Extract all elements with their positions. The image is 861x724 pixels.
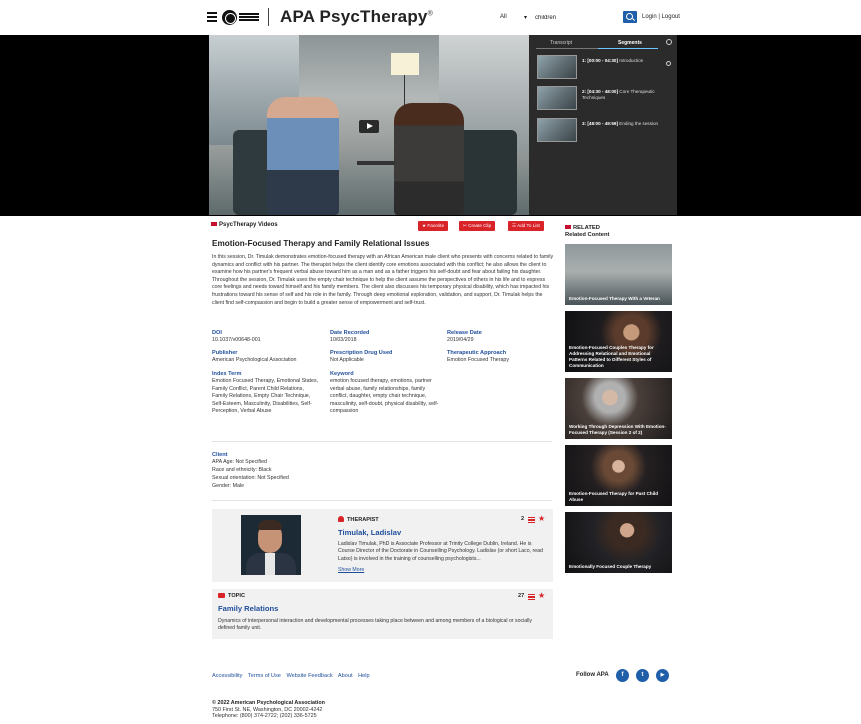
keyword-value[interactable]: emotion focused therapy, emotions, partn… — [330, 378, 442, 416]
play-button[interactable] — [359, 120, 379, 133]
related-heading: RELATED Related Content — [565, 225, 610, 238]
page-title: Emotion-Focused Therapy and Family Relat… — [212, 239, 430, 248]
star-icon[interactable]: ★ — [538, 515, 545, 523]
therapist-count: 2 — [521, 516, 525, 522]
divider — [212, 441, 552, 442]
brand-title[interactable]: APA PsycTherapy® — [280, 7, 433, 27]
keyword-label: Keyword — [330, 371, 354, 377]
segment-thumbnail — [537, 86, 577, 110]
drug-label: Prescription Drug Used — [330, 350, 393, 356]
create-clip-button[interactable]: ✂ Create Clip — [459, 221, 496, 231]
site-header: APA PsycTherapy® All▾ Login | Logout — [0, 0, 861, 36]
related-item[interactable]: Emotion-Focused Therapy With a Veteran — [565, 244, 672, 305]
approach-value: Emotion Focused Therapy — [447, 357, 510, 363]
tab-segments[interactable]: Segments — [618, 40, 642, 46]
video-camera-icon — [211, 222, 217, 227]
section-label: PsycTherapy Videos — [211, 222, 278, 228]
search-button[interactable] — [623, 11, 637, 23]
doi-value: 10.1037/v00648-001 — [212, 337, 261, 343]
related-item[interactable]: Working Through Depression With Emotion-… — [565, 378, 672, 439]
index-term-label: Index Term — [212, 371, 242, 377]
related-item[interactable]: Emotionally Focused Couple Therapy — [565, 512, 672, 573]
segment-item[interactable]: 1: [00:00 - 04:30] Introduction — [537, 55, 667, 79]
footer-link-accessibility[interactable]: Accessibility — [212, 673, 242, 679]
list-icon[interactable] — [528, 517, 535, 523]
chevron-down-icon: ▾ — [523, 15, 527, 21]
drug-value: Not Applicable — [330, 357, 364, 363]
therapist-label: THERAPIST — [338, 516, 379, 523]
login-logout-links[interactable]: Login | Logout — [642, 14, 680, 20]
client-orientation: Sexual orientation: Not Specified — [212, 475, 289, 481]
topic-name[interactable]: Family Relations — [218, 604, 278, 613]
apa-logo[interactable] — [222, 8, 262, 26]
show-more-link[interactable]: Show More — [338, 567, 364, 574]
follow-apa-label: Follow APA — [576, 672, 609, 678]
client-race: Race and ethnicity: Black — [212, 467, 272, 473]
footer-links: Accessibility Terms of Use Website Feedb… — [212, 673, 374, 679]
divider — [212, 500, 552, 501]
topic-label: TOPIC — [218, 593, 245, 599]
panel-tabs: Transcript Segments — [536, 40, 658, 50]
client-gender: Gender: Male — [212, 483, 245, 489]
menu-icon[interactable] — [207, 12, 217, 22]
footer-link-help[interactable]: Help — [358, 673, 370, 679]
apa-globe-icon — [222, 9, 237, 25]
index-term-value[interactable]: Emotion Focused Therapy, Emotional State… — [212, 378, 320, 416]
tab-transcript[interactable]: Transcript — [550, 40, 572, 46]
copyright-block: © 2022 American Psychological Associatio… — [212, 700, 325, 720]
approach-label: Therapeutic Approach — [447, 350, 507, 356]
segment-thumbnail — [537, 55, 577, 79]
topic-icon — [218, 593, 225, 598]
segment-item[interactable]: 2: [04:30 - 48:00] Core Therapeutic Tech… — [537, 86, 667, 110]
add-to-list-button[interactable]: ☰ Add To List — [508, 221, 544, 231]
client-age: APA Age: Not Specified — [212, 459, 267, 465]
segment-thumbnail — [537, 118, 577, 142]
twitter-icon[interactable]: t — [636, 669, 649, 682]
footer-link-terms[interactable]: Terms of Use — [248, 673, 281, 679]
search-icon[interactable] — [666, 39, 672, 45]
doi-label: DOI — [212, 330, 222, 336]
date-recorded-value: 10/03/2018 — [330, 337, 357, 343]
release-date-label: Release Date — [447, 330, 482, 336]
video-camera-icon — [565, 225, 571, 230]
search-input[interactable] — [532, 12, 622, 23]
favorite-button[interactable]: ★ Favorite — [418, 221, 449, 231]
date-recorded-label: Date Recorded — [330, 330, 370, 336]
therapist-photo[interactable] — [241, 515, 301, 575]
client-label: Client — [212, 452, 228, 458]
publisher-value: American Psychological Association — [212, 357, 297, 363]
facebook-icon[interactable]: f — [616, 669, 629, 682]
person-icon — [338, 516, 344, 522]
topic-description: Dynamics of interpersonal interaction an… — [218, 618, 533, 632]
segment-item[interactable]: 3: [48:00 - 49:59] Ending the session — [537, 118, 667, 142]
list-icon[interactable] — [528, 594, 535, 600]
search-scope-select[interactable]: All ▾ — [497, 12, 530, 23]
therapist-bio: Ladislav Timulak, PhD is Associate Profe… — [338, 541, 543, 562]
youtube-icon[interactable]: ▶ — [656, 669, 669, 682]
related-item[interactable]: Emotion-Focused Therapy for Past Child A… — [565, 445, 672, 506]
related-item[interactable]: Emotion-Focused Couples Therapy for Addr… — [565, 311, 672, 372]
therapist-name[interactable]: Timulak, Ladislav — [338, 528, 401, 537]
release-date-value: 2019/04/29 — [447, 337, 474, 343]
topic-count: 27 — [518, 593, 525, 599]
description: In this session, Dr. Timulak demonstrate… — [212, 254, 554, 306]
footer-link-about[interactable]: About — [338, 673, 353, 679]
star-icon[interactable]: ★ — [538, 592, 545, 600]
header-divider — [268, 8, 269, 26]
publisher-label: Publisher — [212, 350, 238, 356]
footer-link-feedback[interactable]: Website Feedback — [286, 673, 332, 679]
